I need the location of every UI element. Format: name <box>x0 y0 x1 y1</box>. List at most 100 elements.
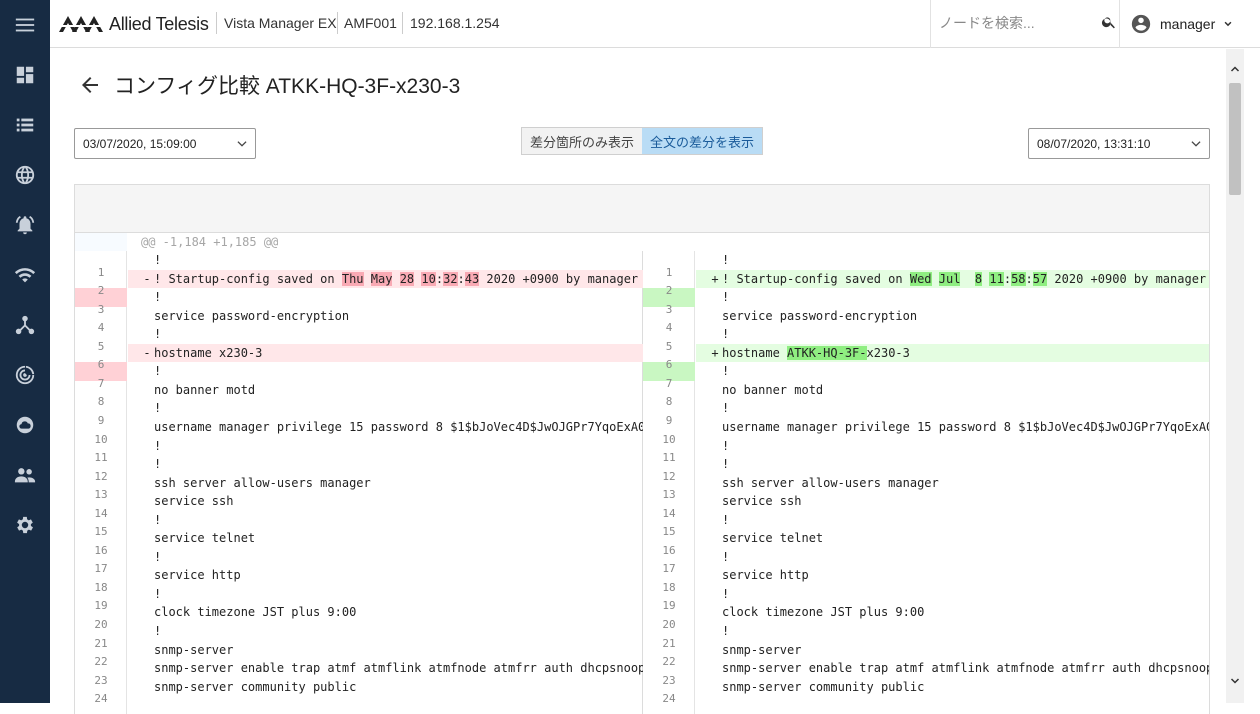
search-input[interactable] <box>939 12 1089 34</box>
user-name: manager <box>1160 16 1216 32</box>
scrollbar-thumb[interactable] <box>1229 83 1241 195</box>
line-number: 9 <box>665 413 673 427</box>
code-text: snmp-server <box>722 642 802 657</box>
code-text: ssh server allow-users manager <box>154 475 371 490</box>
left-date-value: 03/07/2020, 15:09:00 <box>83 136 197 151</box>
code-text: snmp-server enable trap atmf atmflink at… <box>154 661 643 676</box>
dashboard-icon[interactable] <box>13 63 37 87</box>
line-number: 10 <box>662 432 676 446</box>
line-number: 5 <box>97 339 105 353</box>
radar-icon[interactable] <box>13 363 37 387</box>
line-number: 12 <box>662 469 676 483</box>
diff-line: 1 +! Startup-config saved on Wed Jul 8 11… <box>643 266 1209 307</box>
diff-line: 14 ! <box>75 507 643 530</box>
diff-line: 8 ! <box>643 395 1209 418</box>
diff-viewer: @@ -1,184 +1,185 @@ ! 1 -! Startup-config … <box>74 184 1210 714</box>
right-date-select[interactable]: 08/07/2020, 13:31:10 <box>1028 128 1210 159</box>
line-number: 17 <box>94 562 108 576</box>
diff-line: 11 ! <box>75 451 643 474</box>
diff-line: 13 service ssh <box>75 488 643 511</box>
line-number: 23 <box>662 673 676 687</box>
sidebar <box>0 0 50 703</box>
top-bar: Allied Telesis Vista Manager EX AMF001 1… <box>50 0 1260 48</box>
line-number: 4 <box>665 321 673 335</box>
line-number: 18 <box>662 580 676 594</box>
line-number: 21 <box>94 636 108 650</box>
scroll-down-icon[interactable] <box>1229 675 1241 687</box>
line-number: 8 <box>97 395 105 409</box>
line-number: 20 <box>662 618 676 631</box>
diff-line: 2 ! <box>643 284 1209 307</box>
diff-line: 20 ! <box>75 618 643 641</box>
code-text: service ssh <box>154 494 234 509</box>
search-icon[interactable] <box>1101 14 1117 30</box>
account-icon <box>1131 14 1151 34</box>
line-number: 17 <box>662 562 676 576</box>
code-text: ! <box>154 438 162 453</box>
diff-line: 6 ! <box>643 358 1209 381</box>
diff-line: 24 <box>75 692 643 714</box>
chevron-down-icon <box>1224 21 1232 27</box>
topology-icon[interactable] <box>13 313 37 337</box>
diff-mode-toggle: 差分箇所のみ表示 全文の差分を表示 <box>521 127 764 155</box>
diff-line: 22 snmp-server enable trap atmf atmflink… <box>643 655 1210 678</box>
code-text: service http <box>154 568 241 583</box>
diff-line: 2 ! <box>75 284 643 307</box>
code-text: snmp-server enable trap atmf atmflink at… <box>722 661 1210 676</box>
wifi-icon[interactable] <box>13 263 37 287</box>
diff-line: 13 service ssh <box>643 488 1209 511</box>
line-number: 21 <box>662 636 676 650</box>
diff-line: 17 service http <box>75 562 643 585</box>
code-text: snmp-server <box>154 642 234 657</box>
diff-line: 16 ! <box>643 544 1209 567</box>
diff-line: 7 no banner motd <box>643 377 1209 400</box>
diff-line: 9 username manager privilege 15 password… <box>75 414 643 437</box>
right-date-value: 08/07/2020, 13:31:10 <box>1037 136 1151 151</box>
code-text: ! <box>722 624 730 638</box>
full-diff-toggle[interactable]: 全文の差分を表示 <box>642 128 763 154</box>
diff-line: 1 -! Startup-config saved on Thu May 28 1… <box>75 266 643 307</box>
code-text: ! <box>154 624 162 638</box>
code-text: no banner motd <box>722 382 824 397</box>
code-text: ! <box>154 586 162 601</box>
back-arrow-icon[interactable] <box>78 73 102 97</box>
code-text: -! Startup-config saved on Thu May 28 10… <box>128 269 643 289</box>
code-text: ! <box>722 253 730 267</box>
code-text: ! <box>722 512 730 527</box>
device-ip: 192.168.1.254 <box>410 15 500 31</box>
vertical-scrollbar[interactable] <box>1226 49 1244 703</box>
code-text: ! <box>154 549 162 564</box>
line-number: 7 <box>665 376 673 390</box>
alarm-icon[interactable] <box>13 213 37 237</box>
left-date-select[interactable]: 03/07/2020, 15:09:00 <box>74 128 256 159</box>
diff-line: 11 ! <box>643 451 1209 474</box>
diff-line: 21 snmp-server <box>643 637 1209 660</box>
diff-line: 19 clock timezone JST plus 9:00 <box>75 599 643 622</box>
menu-icon[interactable] <box>13 13 37 37</box>
code-text: ! <box>722 401 730 416</box>
code-text: ! <box>722 586 730 601</box>
code-text: ! <box>722 290 730 305</box>
diff-line: 23 snmp-server community public <box>643 674 1209 697</box>
code-text: ! <box>154 401 162 416</box>
code-text: no banner motd <box>154 382 256 397</box>
line-number: 16 <box>94 543 108 557</box>
diff-line: 6 ! <box>75 358 643 381</box>
users-icon[interactable] <box>13 463 37 487</box>
line-number: 24 <box>94 692 108 706</box>
user-menu[interactable]: manager <box>1130 12 1235 36</box>
code-text: clock timezone JST plus 9:00 <box>722 605 925 620</box>
line-number: 5 <box>665 339 673 353</box>
diff-line: 15 service telnet <box>75 525 643 548</box>
line-number: 3 <box>97 302 105 316</box>
globe-icon[interactable] <box>13 163 37 187</box>
diff-only-toggle[interactable]: 差分箇所のみ表示 <box>522 128 643 154</box>
settings-icon[interactable] <box>13 513 37 537</box>
scroll-up-icon[interactable] <box>1229 63 1241 75</box>
list-icon[interactable] <box>13 113 37 137</box>
diff-line: 4 ! <box>75 321 643 344</box>
cloud-icon[interactable] <box>13 413 37 437</box>
brand-logo[interactable]: Allied Telesis <box>59 14 209 34</box>
diff-line: 23 snmp-server community public <box>75 674 643 697</box>
